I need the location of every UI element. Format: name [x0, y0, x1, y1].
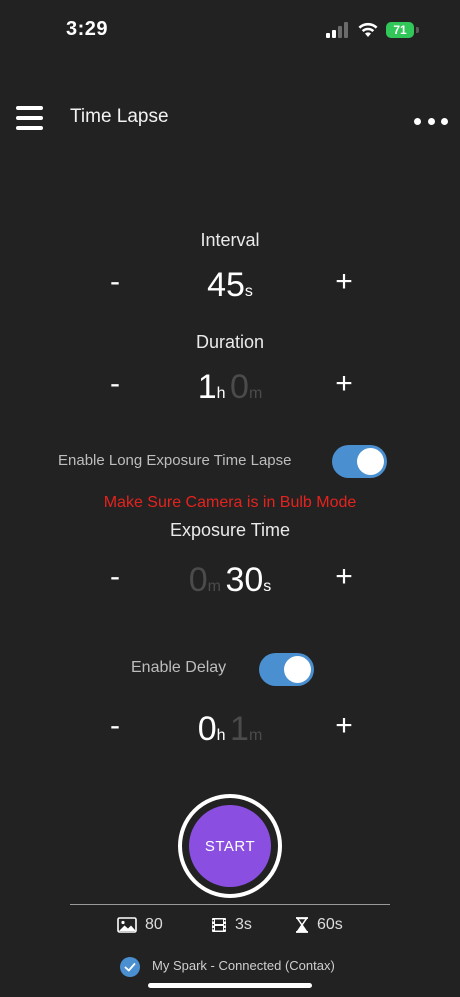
duration-hours-unit: h: [216, 385, 226, 402]
duration-hours: 1: [197, 368, 217, 406]
duration-value: 1h 0m: [0, 368, 460, 407]
image-icon: [117, 917, 137, 933]
connected-check-icon: [120, 957, 140, 977]
battery-icon: 71: [386, 22, 414, 38]
start-button[interactable]: START: [189, 805, 271, 887]
enable-delay-toggle[interactable]: [259, 653, 314, 686]
photo-count: 80: [145, 916, 163, 933]
delay-increase-button[interactable]: +: [324, 711, 364, 741]
delay-minutes-unit: m: [248, 727, 263, 744]
cellular-signal-icon: [326, 22, 348, 38]
status-time: 3:29: [66, 18, 109, 40]
interval-unit: s: [244, 283, 253, 300]
photo-count-stat: 80: [117, 916, 163, 934]
delay-hours-unit: h: [216, 727, 226, 744]
exposure-increase-button[interactable]: +: [324, 562, 364, 592]
exposure-minutes-unit: m: [207, 578, 221, 595]
enable-delay-label: Enable Delay: [131, 659, 227, 676]
film-icon: [212, 918, 226, 932]
page-title: Time Lapse: [70, 106, 169, 127]
total-time: 60s: [317, 916, 343, 933]
long-exposure-toggle[interactable]: [332, 445, 387, 478]
interval-increase-button[interactable]: +: [324, 267, 364, 297]
more-options-icon[interactable]: [414, 118, 448, 126]
duration-minutes: 0: [230, 368, 249, 406]
interval-value: 45s: [0, 266, 460, 305]
delay-hours: 0: [197, 710, 217, 748]
total-time-stat: 60s: [295, 916, 343, 934]
delay-value: 0h 1m: [0, 710, 460, 749]
duration-minutes-unit: m: [248, 385, 263, 402]
video-length: 3s: [235, 916, 252, 933]
long-exposure-label: Enable Long Exposure Time Lapse: [58, 452, 292, 469]
battery-tip: [416, 27, 419, 33]
home-indicator[interactable]: [148, 983, 312, 988]
video-length-stat: 3s: [211, 916, 252, 934]
interval-seconds: 45: [207, 266, 245, 304]
exposure-time-value: 0m 30s: [0, 561, 460, 600]
exposure-seconds-unit: s: [263, 578, 272, 595]
hourglass-icon: [296, 917, 308, 933]
connection-status[interactable]: My Spark - Connected (Contax): [152, 958, 335, 973]
duration-label: Duration: [195, 332, 265, 352]
exposure-seconds: 30: [225, 561, 264, 599]
hamburger-menu-icon[interactable]: [16, 106, 43, 130]
battery-level: 71: [393, 23, 407, 37]
duration-increase-button[interactable]: +: [324, 369, 364, 399]
interval-label: Interval: [200, 230, 260, 250]
wifi-icon: [358, 22, 378, 37]
exposure-minutes: 0: [188, 561, 208, 599]
divider: [70, 904, 390, 905]
delay-minutes: 1: [230, 710, 249, 748]
exposure-time-label: Exposure Time: [169, 520, 291, 540]
bulb-mode-warning: Make Sure Camera is in Bulb Mode: [103, 494, 357, 511]
